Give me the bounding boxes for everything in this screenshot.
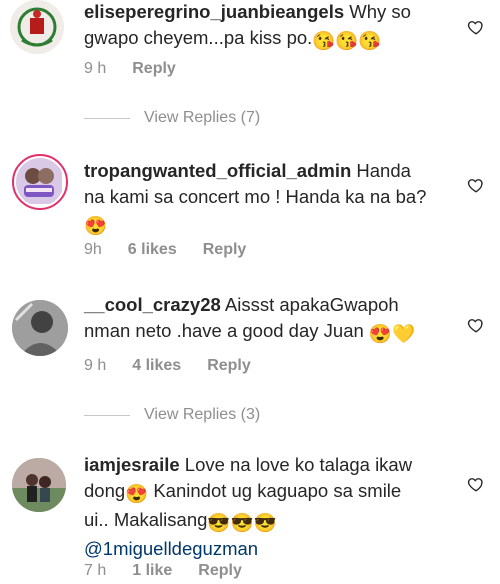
view-replies-label[interactable]: View Replies (3) <box>144 406 260 424</box>
avatar[interactable] <box>10 0 64 54</box>
comment-username[interactable]: __cool_crazy28 <box>84 294 221 315</box>
comment-meta: 7 h 1 like Reply <box>84 562 242 580</box>
comment-username[interactable]: iamjesraile <box>84 454 180 475</box>
like-heart-icon[interactable] <box>467 475 485 493</box>
emoji: 😘😘😘 <box>312 30 382 51</box>
view-replies-button[interactable]: View Replies (3) <box>84 406 260 424</box>
reply-button[interactable]: Reply <box>207 357 251 375</box>
avatar-image <box>10 0 64 54</box>
divider-line <box>84 414 130 416</box>
comment-time: 9 h <box>84 60 107 77</box>
emoji: 😍 <box>125 483 149 504</box>
avatar[interactable] <box>12 154 68 210</box>
comment-text: tropangwanted_official_admin Handa na ka… <box>84 158 434 239</box>
likes-count[interactable]: 4 likes <box>132 357 181 375</box>
avatar[interactable] <box>12 300 68 356</box>
like-heart-icon[interactable] <box>467 176 485 194</box>
mention-link[interactable]: @1miguelldeguzman <box>84 538 258 559</box>
emoji: 😎😎😎 <box>207 512 277 533</box>
comment-username[interactable]: eliseperegrino_juanbieangels <box>84 1 344 22</box>
avatar[interactable] <box>12 458 66 512</box>
comment-time: 7 h <box>84 562 107 579</box>
avatar-image <box>16 158 64 206</box>
comment-meta: 9 h 4 likes Reply <box>84 357 251 375</box>
emoji: 😍💛 <box>368 323 415 344</box>
comment-time: 9h <box>84 241 102 258</box>
like-heart-icon[interactable] <box>467 18 485 36</box>
comment-text: eliseperegrino_juanbieangels Why so gwap… <box>84 0 434 54</box>
divider-line <box>84 117 130 119</box>
comment-meta: 9h 6 likes Reply <box>84 241 246 259</box>
like-heart-icon[interactable] <box>467 316 485 334</box>
comment-username[interactable]: tropangwanted_official_admin <box>84 160 351 181</box>
comment-text: iamjesraile Love na love ko talaga ikaw … <box>84 452 424 562</box>
likes-count[interactable]: 6 likes <box>128 241 177 259</box>
comment-text: __cool_crazy28 Aissst apakaGwapoh nman n… <box>84 292 434 347</box>
avatar-image <box>12 458 66 512</box>
view-replies-button[interactable]: View Replies (7) <box>84 109 260 127</box>
likes-count[interactable]: 1 like <box>132 562 172 580</box>
avatar-image <box>12 300 68 356</box>
reply-button[interactable]: Reply <box>198 562 242 580</box>
comment-meta: 9 h Reply <box>84 60 176 78</box>
comment-time: 9 h <box>84 357 107 374</box>
view-replies-label[interactable]: View Replies (7) <box>144 109 260 127</box>
reply-button[interactable]: Reply <box>132 60 176 78</box>
reply-button[interactable]: Reply <box>203 241 247 259</box>
emoji: 😍 <box>84 215 108 236</box>
